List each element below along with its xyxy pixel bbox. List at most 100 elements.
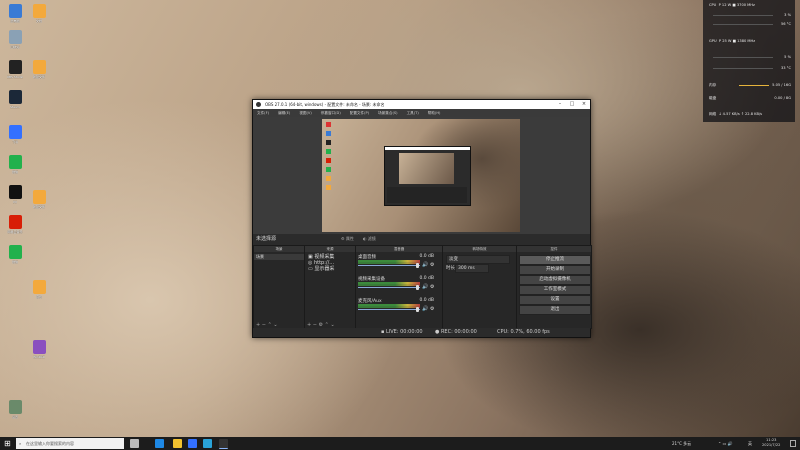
- desktop-icon[interactable]: 飞书: [4, 125, 26, 144]
- obs-taskbar-icon[interactable]: [219, 439, 228, 449]
- obs-window[interactable]: OBS 27.0.1 (64-bit, windows) - 配置文件: 未命名…: [252, 99, 592, 338]
- desktop-icon-label: 新建文件: [32, 205, 45, 209]
- menu-item[interactable]: 帮助(H): [428, 111, 441, 115]
- task-view-icon[interactable]: [130, 439, 139, 448]
- desktop-icon-label: 文档: [35, 19, 42, 23]
- notification-icon[interactable]: [790, 440, 796, 447]
- file-explorer-icon[interactable]: [173, 439, 182, 448]
- menu-item[interactable]: 文件(F): [257, 111, 269, 115]
- volume-meter: [358, 284, 420, 286]
- scenes-header: 场景: [254, 246, 304, 252]
- live-status: ▪ LIVE: 00:00:00: [381, 329, 423, 335]
- desktop-icon[interactable]: 新建文件: [28, 190, 50, 209]
- mixer-channel: 视频采集设备 0.0 dB 🔊 ⚙: [358, 276, 440, 293]
- gpu-usage: 5 %: [784, 55, 791, 59]
- scene-item[interactable]: 场景: [254, 254, 304, 260]
- desktop-icon[interactable]: 新建文件: [28, 60, 50, 79]
- desktop-icon-label: 微信: [11, 170, 18, 174]
- control-button[interactable]: 启动虚拟摄像机: [519, 275, 591, 285]
- scenes-dock: 场景 场景 + − ⌃ ⌄: [253, 245, 305, 329]
- cpu-temp: 56 °C: [780, 22, 791, 26]
- desktop-icon-label: 网易云音乐: [7, 230, 23, 234]
- desktop-icon[interactable]: Steam: [4, 90, 26, 109]
- weather[interactable]: 21°C 多云: [672, 437, 691, 450]
- app-taskbar-icon[interactable]: [203, 439, 212, 448]
- desktop-icon[interactable]: 设置: [4, 400, 26, 419]
- volume-slider[interactable]: [358, 265, 420, 266]
- windows-start-icon[interactable]: ⊞: [4, 439, 11, 448]
- volume-slider-handle[interactable]: [416, 263, 419, 268]
- gear-icon[interactable]: ⚙: [430, 262, 434, 268]
- volume-meter: [358, 262, 420, 264]
- preview-display-capture: [322, 119, 520, 232]
- menu-item[interactable]: 视图(V): [299, 111, 311, 115]
- filters-button[interactable]: ◐ 滤镜: [363, 234, 376, 244]
- date: 2021/7/22: [762, 443, 781, 447]
- clock[interactable]: 11:23 2021/7/22: [762, 438, 780, 448]
- app-icon: [8, 30, 22, 44]
- properties-button[interactable]: ⚙ 属性: [341, 234, 354, 244]
- speaker-icon[interactable]: 🔊: [422, 284, 428, 290]
- ime-indicator[interactable]: 英: [748, 437, 752, 450]
- app-icon: [8, 185, 22, 199]
- desktop-icon[interactable]: OBS Studio: [4, 60, 26, 79]
- volume-meter: [358, 306, 420, 308]
- tray-icons[interactable]: ⌃ ▭ 🔊: [718, 437, 733, 450]
- controls-dock: 控件 停止推流 开始录制 启动虚拟摄像机 工作室模式 设置 退出: [516, 245, 592, 329]
- volume-slider-handle[interactable]: [416, 307, 419, 312]
- transition-select[interactable]: 淡变: [446, 255, 510, 264]
- menu-item[interactable]: 工具(T): [407, 111, 419, 115]
- desktop-icon[interactable]: 文档: [28, 4, 50, 23]
- volume-slider-handle[interactable]: [416, 285, 419, 290]
- desktop-icon[interactable]: 音乐: [28, 280, 50, 299]
- desktop-icon[interactable]: 此电脑: [4, 4, 26, 23]
- desktop-icon-label: 音乐: [35, 295, 42, 299]
- control-button[interactable]: 开始录制: [519, 265, 591, 275]
- control-button[interactable]: 设置: [519, 295, 591, 305]
- gear-icon[interactable]: ⚙: [430, 284, 434, 290]
- desktop-icon-label: 微信: [11, 260, 18, 264]
- desktop-icon[interactable]: QQ: [4, 185, 26, 204]
- feishu-taskbar-icon[interactable]: [188, 439, 197, 448]
- gear-icon[interactable]: ⚙: [430, 306, 434, 312]
- duration-label: 时长: [446, 266, 455, 271]
- window-title: OBS 27.0.1 (64-bit, windows) - 配置文件: 未命名…: [265, 102, 385, 107]
- duration-input[interactable]: 300 ms: [455, 264, 489, 273]
- desktop-icon[interactable]: 回收站: [4, 30, 26, 49]
- speaker-icon[interactable]: 🔊: [422, 262, 428, 268]
- control-button[interactable]: 工作室模式: [519, 285, 591, 295]
- volume-slider[interactable]: [358, 287, 420, 288]
- mixer-channel-db: 0.0 dB: [419, 276, 434, 281]
- net-label: 网络: [709, 112, 717, 116]
- menu-item[interactable]: 场景集合(S): [378, 111, 397, 115]
- menu-item[interactable]: 停靠窗口(D): [321, 111, 341, 115]
- source-item[interactable]: ▭ 显示器采: [308, 266, 334, 272]
- control-button[interactable]: 停止推流: [519, 255, 591, 265]
- menu-item[interactable]: 配置文件(P): [350, 111, 369, 115]
- close-icon[interactable]: ×: [578, 100, 590, 109]
- menu-item[interactable]: 编辑(E): [278, 111, 290, 115]
- cpu-freq: P 12 W ■ 3700 MHz: [718, 3, 755, 7]
- desktop-icon[interactable]: 微信: [4, 155, 26, 174]
- title-bar[interactable]: OBS 27.0.1 (64-bit, windows) - 配置文件: 未命名…: [253, 100, 590, 109]
- controls-header: 控件: [517, 246, 591, 252]
- search-input[interactable]: ⌕ 在这里输入你要搜索的内容: [16, 438, 124, 449]
- app-icon: [8, 245, 22, 259]
- maximize-icon[interactable]: □: [566, 100, 578, 109]
- desktop-icon-label: WinRAR: [33, 355, 45, 359]
- app-icon: [8, 60, 22, 74]
- desktop-icon[interactable]: 微信: [4, 245, 26, 264]
- app-icon: [32, 190, 46, 204]
- speaker-icon[interactable]: 🔊: [422, 306, 428, 312]
- gpu-label: GPU: [709, 39, 717, 43]
- volume-slider[interactable]: [358, 309, 420, 310]
- desktop-icon-label: 此电脑: [10, 19, 20, 23]
- taskbar: ⊞ ⌕ 在这里输入你要搜索的内容 21°C 多云 ⌃ ▭ 🔊 英 11:23 2…: [0, 437, 800, 450]
- preview-area[interactable]: [253, 117, 590, 234]
- control-button[interactable]: 退出: [519, 305, 591, 315]
- minimize-icon[interactable]: –: [554, 100, 566, 109]
- desktop-icon[interactable]: 网易云音乐: [4, 215, 26, 234]
- desktop-icon[interactable]: WinRAR: [28, 340, 50, 359]
- system-monitor-widget: CPU P 12 W ■ 3700 MHz 3 % 56 °C GPU P 25…: [703, 0, 795, 122]
- edge-icon[interactable]: [155, 439, 164, 448]
